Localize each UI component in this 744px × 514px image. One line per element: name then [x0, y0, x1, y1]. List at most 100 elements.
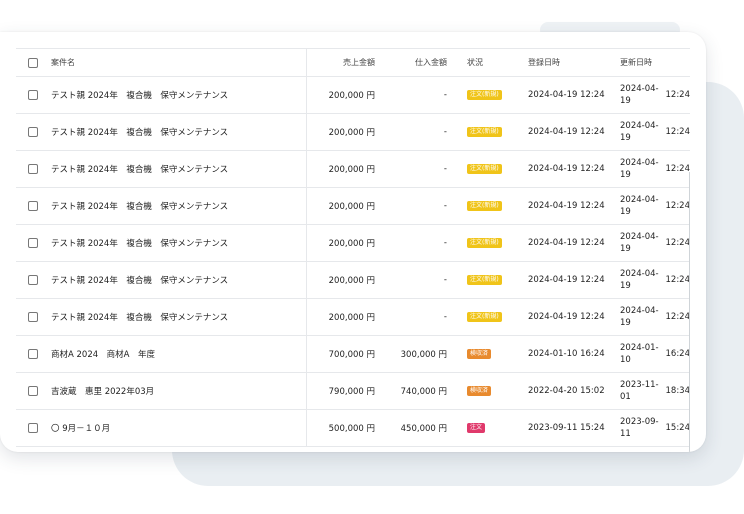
sales-amount: 500,000 円: [328, 424, 375, 434]
table-row[interactable]: テスト親 2024年 複合機 保守メンテナンス 200,000 円 - 注文(新規) 2…: [16, 77, 690, 114]
cost-amount: -: [443, 312, 447, 322]
updated-datetime: 2024-04-19 12:24: [620, 195, 690, 217]
created-datetime: 2022-04-20 15:02: [528, 386, 605, 396]
row-checkbox[interactable]: [28, 275, 38, 285]
status-badge: 注文(新規): [467, 238, 502, 248]
table-row[interactable]: 吉波蔵 惠里 2022年03月 790,000 円 740,000 円 検収済 2022…: [16, 373, 690, 410]
status-badge: 注文(新規): [467, 164, 502, 174]
status-badge: 注文: [467, 423, 486, 433]
updated-datetime: 2024-01-10 16:24: [620, 343, 690, 365]
row-checkbox[interactable]: [28, 164, 38, 174]
deal-name[interactable]: テスト親 2024年 複合機 保守メンテナンス: [51, 114, 228, 150]
status-cell: 注文(新規): [467, 225, 502, 261]
sales-amount: 200,000 円: [328, 239, 375, 249]
updated-datetime: 2024-04-19 12:24: [620, 121, 690, 143]
cost-amount: -: [443, 275, 447, 285]
row-checkbox[interactable]: [28, 238, 38, 248]
deal-name[interactable]: 商材A 2024 商材A 年度: [51, 336, 155, 372]
column-header-sales[interactable]: 売上金額: [306, 49, 375, 76]
status-cell: 注文(新規): [467, 114, 502, 150]
row-checkbox[interactable]: [28, 349, 38, 359]
column-header-created[interactable]: 登録日時: [528, 49, 560, 76]
table-body: テスト親 2024年 複合機 保守メンテナンス 200,000 円 - 注文(新規) 2…: [16, 77, 690, 447]
deal-name[interactable]: テスト親 2024年 複合機 保守メンテナンス: [51, 225, 228, 261]
cost-amount: 740,000 円: [400, 387, 447, 397]
created-datetime: 2024-04-19 12:24: [528, 201, 605, 211]
updated-datetime: 2023-09-11 15:24: [620, 417, 690, 439]
deal-name[interactable]: テスト親 2024年 複合機 保守メンテナンス: [51, 151, 228, 187]
status-badge: 注文(新規): [467, 90, 502, 100]
row-checkbox[interactable]: [28, 201, 38, 211]
updated-datetime: 2024-04-19 12:24: [620, 158, 690, 180]
status-cell: 注文(新規): [467, 188, 502, 224]
deals-table: 案件名 売上金額 仕入金額 状況 登録日時 更新日時 テスト親 2024年 複合…: [16, 48, 690, 447]
column-header-cost[interactable]: 仕入金額: [376, 49, 447, 76]
column-header-name[interactable]: 案件名: [51, 49, 75, 76]
deal-name[interactable]: テスト親 2024年 複合機 保守メンテナンス: [51, 299, 228, 335]
row-checkbox[interactable]: [28, 386, 38, 396]
row-checkbox[interactable]: [28, 127, 38, 137]
sales-amount: 200,000 円: [328, 128, 375, 138]
created-datetime: 2023-09-11 15:24: [528, 423, 605, 433]
status-badge: 検収済: [467, 349, 492, 359]
created-datetime: 2024-04-19 12:24: [528, 238, 605, 248]
status-cell: 注文(新規): [467, 151, 502, 187]
created-datetime: 2024-04-19 12:24: [528, 90, 605, 100]
sales-amount: 200,000 円: [328, 165, 375, 175]
created-datetime: 2024-01-10 16:24: [528, 349, 605, 359]
table-row[interactable]: テスト親 2024年 複合機 保守メンテナンス 200,000 円 - 注文(新規) 2…: [16, 225, 690, 262]
sales-amount: 200,000 円: [328, 202, 375, 212]
row-checkbox[interactable]: [28, 423, 38, 433]
cost-amount: -: [443, 90, 447, 100]
deal-name[interactable]: テスト親 2024年 複合機 保守メンテナンス: [51, 262, 228, 298]
table-row[interactable]: テスト親 2024年 複合機 保守メンテナンス 200,000 円 - 注文(新規) 2…: [16, 262, 690, 299]
status-badge: 注文(新規): [467, 275, 502, 285]
created-datetime: 2024-04-19 12:24: [528, 127, 605, 137]
status-cell: 注文: [467, 410, 486, 446]
table-row[interactable]: 商材A 2024 商材A 年度 700,000 円 300,000 円 検収済 2024…: [16, 336, 690, 373]
status-badge: 注文(新規): [467, 201, 502, 211]
status-badge: 注文(新規): [467, 312, 502, 322]
cost-amount: 300,000 円: [400, 350, 447, 360]
updated-datetime: 2024-04-19 12:24: [620, 269, 690, 291]
status-badge: 検収済: [467, 386, 492, 396]
status-cell: 検収済: [467, 373, 492, 409]
updated-datetime: 2024-04-19 12:24: [620, 306, 690, 328]
select-all-checkbox[interactable]: [28, 57, 38, 68]
column-header-updated[interactable]: 更新日時: [620, 49, 690, 76]
table-row[interactable]: テスト親 2024年 複合機 保守メンテナンス 200,000 円 - 注文(新規) 2…: [16, 114, 690, 151]
table-header-row: 案件名 売上金額 仕入金額 状況 登録日時 更新日時: [16, 48, 690, 77]
status-badge: 注文(新規): [467, 127, 502, 137]
sales-amount: 200,000 円: [328, 313, 375, 323]
created-datetime: 2024-04-19 12:24: [528, 164, 605, 174]
updated-datetime: 2024-04-19 12:24: [620, 84, 690, 106]
scrollbar-edge: [689, 172, 690, 452]
status-cell: 注文(新規): [467, 262, 502, 298]
deals-table-card: 案件名 売上金額 仕入金額 状況 登録日時 更新日時 テスト親 2024年 複合…: [0, 32, 706, 452]
status-cell: 注文(新規): [467, 299, 502, 335]
cost-amount: -: [443, 238, 447, 248]
table-row[interactable]: テスト親 2024年 複合機 保守メンテナンス 200,000 円 - 注文(新規) 2…: [16, 299, 690, 336]
sales-amount: 200,000 円: [328, 276, 375, 286]
column-header-status[interactable]: 状況: [467, 49, 483, 76]
table-row[interactable]: テスト親 2024年 複合機 保守メンテナンス 200,000 円 - 注文(新規) 2…: [16, 188, 690, 225]
table-row[interactable]: 〇 9月－１０月 500,000 円 450,000 円 注文 2023-09-11 1…: [16, 410, 690, 447]
created-datetime: 2024-04-19 12:24: [528, 312, 605, 322]
deal-name[interactable]: 〇 9月－１０月: [51, 410, 110, 446]
sales-amount: 200,000 円: [328, 91, 375, 101]
cost-amount: 450,000 円: [400, 424, 447, 434]
row-checkbox[interactable]: [28, 90, 38, 100]
deal-name[interactable]: テスト親 2024年 複合機 保守メンテナンス: [51, 188, 228, 224]
table-row[interactable]: テスト親 2024年 複合機 保守メンテナンス 200,000 円 - 注文(新規) 2…: [16, 151, 690, 188]
updated-datetime: 2024-04-19 12:24: [620, 232, 690, 254]
deal-name[interactable]: テスト親 2024年 複合機 保守メンテナンス: [51, 77, 228, 113]
row-checkbox[interactable]: [28, 312, 38, 322]
status-cell: 注文(新規): [467, 77, 502, 113]
updated-datetime: 2023-11-01 18:34: [620, 380, 690, 402]
deal-name[interactable]: 吉波蔵 惠里 2022年03月: [51, 373, 154, 409]
status-cell: 検収済: [467, 336, 492, 372]
sales-amount: 790,000 円: [328, 387, 375, 397]
created-datetime: 2024-04-19 12:24: [528, 275, 605, 285]
cost-amount: -: [443, 201, 447, 211]
cost-amount: -: [443, 127, 447, 137]
